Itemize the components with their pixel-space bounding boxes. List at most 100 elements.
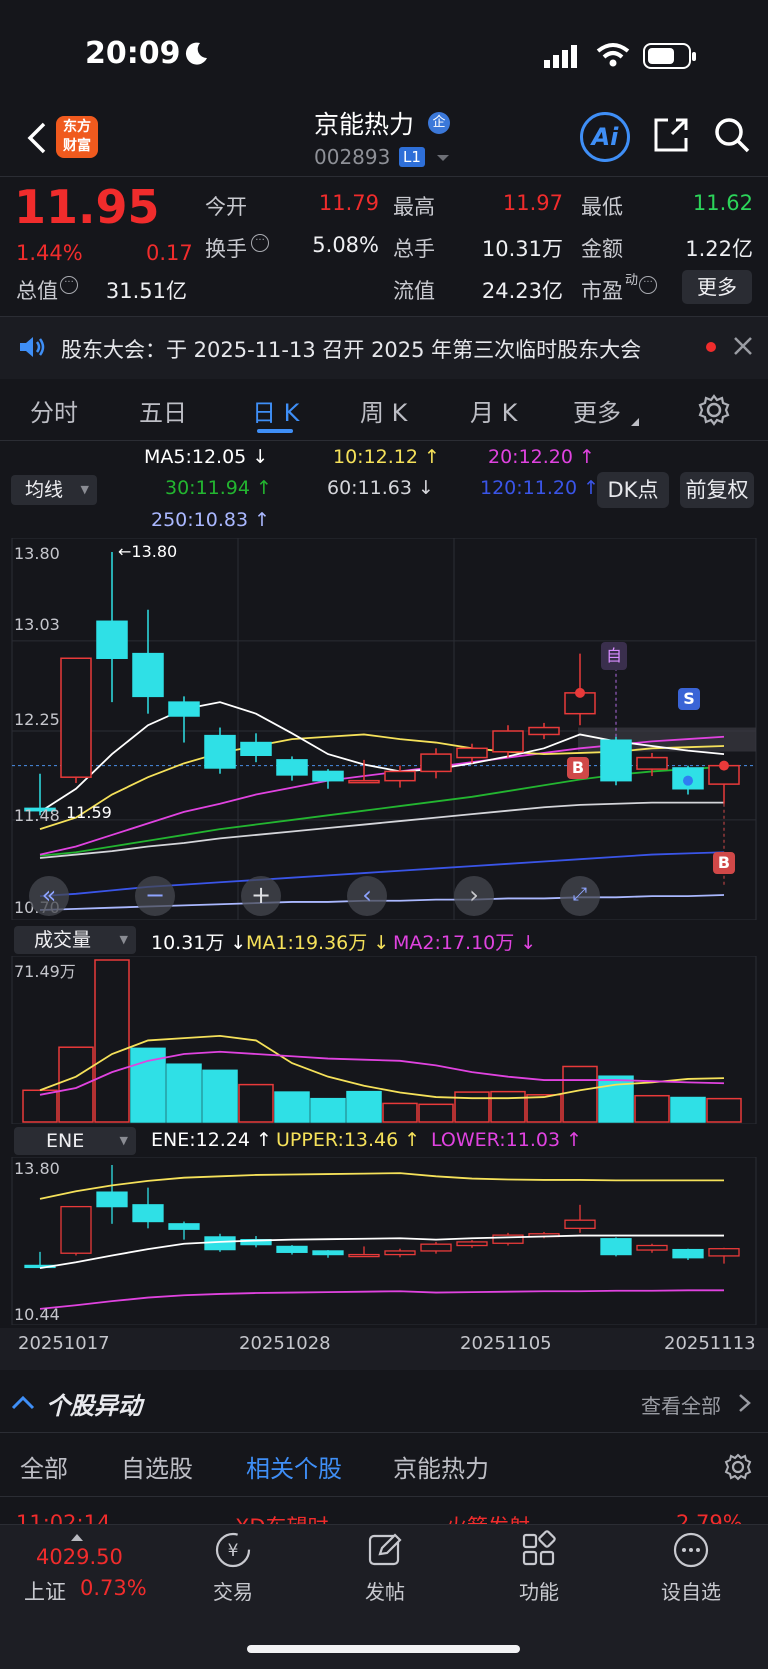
tab-period-3[interactable]: 周 K: [360, 393, 407, 428]
home-indicator: [247, 1645, 520, 1653]
buy-marker-2[interactable]: B: [713, 852, 735, 874]
sell-marker[interactable]: S: [678, 688, 700, 710]
mover-settings-icon[interactable]: [723, 1452, 753, 1482]
info-icon[interactable]: ···: [639, 276, 657, 294]
kline-y-label-4: 11.48: [14, 806, 60, 825]
index-expand-icon[interactable]: [70, 1527, 84, 1541]
quote-label-7: 流值: [393, 279, 435, 303]
share-icon[interactable]: [652, 116, 690, 154]
tab-mover-3[interactable]: 京能热力: [393, 1449, 489, 1484]
quote-value-5: 1.22亿: [685, 237, 753, 261]
ene-candle-body: [456, 1241, 488, 1247]
index-pct[interactable]: 0.73%: [80, 1576, 147, 1600]
volume-bar: [526, 1094, 562, 1123]
date-label-4: 20251113: [664, 1333, 756, 1354]
candle-body: [312, 770, 344, 782]
battery-icon: [643, 43, 697, 73]
index-value[interactable]: 4029.50: [36, 1545, 123, 1569]
buy-marker-1[interactable]: B: [567, 757, 589, 779]
close-icon[interactable]: [731, 334, 755, 358]
quote-value-6: 31.51亿: [105, 279, 187, 303]
quote-label-4: 总手: [393, 237, 435, 261]
candle-body: [420, 753, 452, 773]
dk-point-label: DK点: [607, 478, 659, 502]
index-name[interactable]: 上证: [24, 1576, 66, 1606]
tab-period-0[interactable]: 分时: [30, 393, 78, 428]
more-button[interactable]: 更多: [682, 270, 752, 304]
dk-point-button[interactable]: DK点: [597, 472, 669, 508]
volume-bar: [58, 1046, 94, 1123]
rewind-icon[interactable]: «: [29, 876, 69, 916]
volume-bar: [22, 1089, 58, 1123]
volume-chart[interactable]: [0, 956, 768, 1124]
trade-tab[interactable]: ¥ 交易: [178, 1530, 288, 1605]
logo-line2: 财富: [63, 138, 91, 154]
ma-selector[interactable]: 均线 ▼: [11, 475, 97, 505]
volume-ma2: MA2:17.10万 ↓: [393, 932, 537, 954]
adjust-label: 前复权: [685, 478, 749, 502]
candle-body: [456, 747, 488, 759]
chevron-right-icon[interactable]: ›: [454, 876, 494, 916]
notice-unread-dot: [706, 342, 716, 352]
current-price: 11.95: [14, 180, 160, 234]
stock-name: 京能热力: [314, 110, 415, 139]
mover-row[interactable]: 11:02:14 XD东望时 火箭发射 2.79%: [0, 1497, 768, 1527]
add-watchlist-tab[interactable]: 设自选: [636, 1530, 746, 1605]
back-icon[interactable]: [22, 118, 52, 158]
volume-bar: [634, 1094, 670, 1123]
collapse-icon[interactable]: [10, 1392, 36, 1414]
expand-icon[interactable]: ⤢: [560, 876, 600, 916]
tab-mover-1[interactable]: 自选股: [121, 1449, 193, 1484]
low-marker: 11.59: [66, 803, 112, 822]
info-icon[interactable]: ···: [60, 276, 78, 294]
search-icon[interactable]: [713, 116, 751, 154]
candle-body: [600, 739, 632, 782]
ene-selector[interactable]: ENE ▼: [14, 1127, 136, 1155]
view-all-chevron-icon[interactable]: [737, 1392, 753, 1414]
post-icon: [365, 1530, 405, 1570]
tab-period-2[interactable]: 日 K: [252, 393, 299, 428]
ene-chart[interactable]: [0, 1157, 768, 1325]
quote-label-0: 今开: [205, 195, 247, 219]
last-price-dot: [719, 760, 729, 771]
level-badge[interactable]: L1: [399, 147, 425, 167]
zoom-in-icon[interactable]: +: [241, 876, 281, 916]
settings-gear-icon[interactable]: [697, 393, 731, 427]
quote-label-2: 最低: [581, 195, 623, 219]
stock-code: 002893: [314, 145, 391, 169]
ai-button[interactable]: Ai: [580, 112, 630, 162]
quote-label-1: 最高: [393, 195, 435, 219]
ene-lower: LOWER:11.03 ↑: [431, 1129, 583, 1151]
ma10-label: 10:12.12 ↑: [333, 446, 440, 468]
volume-selector[interactable]: 成交量 ▼: [14, 926, 136, 954]
info-icon[interactable]: ···: [251, 234, 269, 252]
self-select-marker[interactable]: 自: [601, 642, 627, 670]
view-all-link[interactable]: 查看全部: [641, 1390, 721, 1419]
ene-candle-body: [708, 1248, 740, 1257]
volume-bar: [274, 1091, 310, 1123]
post-tab[interactable]: 发帖: [330, 1530, 440, 1605]
volume-bar: [346, 1090, 382, 1123]
zoom-out-icon[interactable]: −: [135, 876, 175, 916]
tab-mover-2[interactable]: 相关个股: [246, 1449, 342, 1484]
code-dropdown-icon[interactable]: [435, 150, 451, 164]
ma120-label: 120:11.20 ↑: [480, 477, 600, 499]
kline-chart[interactable]: [0, 538, 768, 920]
function-tab[interactable]: 功能: [484, 1530, 594, 1605]
tab-mover-0[interactable]: 全部: [20, 1449, 68, 1484]
ma5-label: MA5:12.05 ↓: [144, 446, 269, 468]
volume-bar: [310, 1097, 346, 1123]
notice-text[interactable]: 股东大会：于 2025-11-13 召开 2025 年第三次临时股东大会: [61, 334, 641, 364]
trade-label: 交易: [213, 1580, 253, 1604]
ma-selector-label: 均线: [25, 479, 64, 501]
tab-period-5[interactable]: 更多: [573, 393, 621, 428]
price-dot: [683, 775, 693, 786]
logo-line1: 东方: [63, 119, 91, 135]
chevron-left-icon[interactable]: ‹: [347, 876, 387, 916]
more-tabs-caret-icon[interactable]: [630, 412, 640, 426]
active-tab-underline: [257, 429, 293, 433]
tab-period-1[interactable]: 五日: [139, 393, 187, 428]
add-watchlist-icon: [671, 1530, 711, 1570]
tab-period-4[interactable]: 月 K: [470, 393, 517, 428]
adjust-button[interactable]: 前复权: [680, 472, 754, 508]
